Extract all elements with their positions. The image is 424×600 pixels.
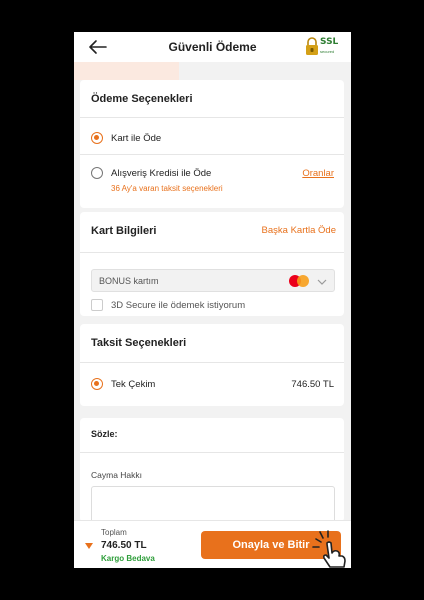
total-amount: 746.50 TL xyxy=(101,540,147,551)
selected-card-label: BONUS kartım xyxy=(99,276,159,286)
radio-single-payment[interactable] xyxy=(91,378,103,390)
background-strip xyxy=(74,62,179,80)
ssl-label: SSL xyxy=(320,37,339,47)
confirm-button-label: Onayla ve Bitir xyxy=(232,539,310,551)
card-info-card: Kart Bilgileri Başka Kartla Öde BONUS ka… xyxy=(80,212,344,316)
radio-credit-payment[interactable] xyxy=(91,167,103,179)
shipping-free-label: Kargo Bedava xyxy=(101,554,155,563)
caret-down-icon[interactable] xyxy=(85,543,93,549)
checkout-screen: Güvenli Ödeme SSL secured Ödeme Seçenekl… xyxy=(74,32,351,568)
tap-hand-icon xyxy=(312,530,346,568)
contracts-card: Sözle: Cayma Hakkı xyxy=(80,418,344,536)
secure-checkbox-label[interactable]: 3D Secure ile ödemek istiyorum xyxy=(111,300,245,311)
ssl-badge: SSL secured xyxy=(305,36,341,58)
total-label: Toplam xyxy=(101,528,127,537)
divider xyxy=(80,117,344,118)
secure-checkbox[interactable] xyxy=(91,299,103,311)
rates-link[interactable]: Oranlar xyxy=(302,168,334,179)
installments-card: Taksit Seçenekleri Tek Çekim 746.50 TL xyxy=(80,324,344,406)
divider xyxy=(80,154,344,155)
divider xyxy=(80,362,344,363)
ssl-sublabel: secured xyxy=(320,49,335,54)
divider xyxy=(80,452,344,453)
payment-options-title: Ödeme Seçenekleri xyxy=(91,93,193,105)
divider xyxy=(80,252,344,253)
credit-subtitle: 36 Ay'a varan taksit seçenekleri xyxy=(111,184,223,193)
payment-options-card: Ödeme Seçenekleri Kart ile Öde Alışveriş… xyxy=(80,80,344,208)
contracts-title: Sözle: xyxy=(91,429,118,439)
option-credit-payment-label[interactable]: Alışveriş Kredisi ile Öde xyxy=(111,168,211,179)
card-info-title: Kart Bilgileri xyxy=(91,225,157,237)
bottom-bar: Toplam 746.50 TL Kargo Bedava Onayla ve … xyxy=(74,520,351,568)
installments-title: Taksit Seçenekleri xyxy=(91,337,187,349)
top-bar: Güvenli Ödeme SSL secured xyxy=(74,32,351,62)
single-payment-label[interactable]: Tek Çekim xyxy=(111,379,155,390)
single-payment-amount: 746.50 TL xyxy=(291,379,334,390)
lock-icon xyxy=(306,37,318,55)
option-card-payment-label[interactable]: Kart ile Öde xyxy=(111,133,161,144)
card-select[interactable]: BONUS kartım xyxy=(91,269,335,292)
cancellation-label: Cayma Hakkı xyxy=(91,470,143,480)
radio-card-payment[interactable] xyxy=(91,132,103,144)
mastercard-icon xyxy=(289,275,309,287)
other-card-link[interactable]: Başka Kartla Öde xyxy=(262,225,336,236)
chevron-down-icon xyxy=(317,279,327,285)
back-arrow-icon[interactable] xyxy=(88,38,108,56)
